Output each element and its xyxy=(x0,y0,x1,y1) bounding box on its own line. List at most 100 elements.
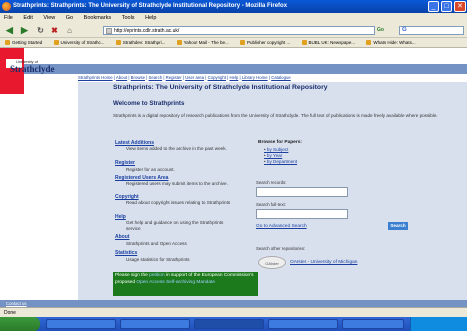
nav-link-catalogue[interactable]: Catalogue xyxy=(271,75,291,80)
contact-link[interactable]: Contact us xyxy=(6,301,27,306)
page-title: Strathprints: The University of Strathcl… xyxy=(113,84,328,91)
status-text: Done xyxy=(4,310,16,316)
bookmark-icon xyxy=(240,40,245,45)
bookmark-icon xyxy=(53,40,59,45)
bookmark-icon xyxy=(301,40,307,45)
forward-icon[interactable]: ▶ xyxy=(18,24,31,37)
welcome-heading: Welcome to Strathprints xyxy=(113,100,185,107)
navigation-toolbar: ◀ ▶ ↻ ✖ ⌂ http://eprints.cdlr.strath.ac.… xyxy=(0,23,467,38)
page-icon xyxy=(106,28,112,34)
link-desc: Usage statistics for Strathprints xyxy=(126,257,190,262)
petition-box: Please sign the petition in support of t… xyxy=(113,272,258,296)
url-bar[interactable]: http://eprints.cdlr.strath.ac.uk/ xyxy=(103,26,375,35)
browse-by-year[interactable]: by Year xyxy=(264,153,282,158)
nav-link-register[interactable]: Register xyxy=(166,75,182,80)
bookmark-item[interactable]: University of Strathc... xyxy=(53,38,105,47)
banner-text: STRATHPRINTS: UNIVERSITY OF STRATHCLYDE … xyxy=(78,58,249,63)
taskbar-button[interactable] xyxy=(46,319,116,329)
status-bar: Done xyxy=(0,307,467,317)
menu-view[interactable]: View xyxy=(43,15,55,21)
link-desc: Strathprints and Open Access xyxy=(126,241,187,246)
maximize-button[interactable]: □ xyxy=(441,1,452,12)
nav-link-search[interactable]: Search xyxy=(149,75,163,80)
advanced-search-link[interactable]: Go to Advanced Search xyxy=(256,224,307,229)
menu-bookmarks[interactable]: Bookmarks xyxy=(84,15,112,21)
stop-icon[interactable]: ✖ xyxy=(48,24,61,37)
bookmark-icon xyxy=(176,40,182,45)
menu-tools[interactable]: Tools xyxy=(122,15,135,21)
url-text: http://eprints.cdlr.strath.ac.uk/ xyxy=(114,28,180,34)
home-icon[interactable]: ⌂ xyxy=(63,24,76,37)
browse-by-subject[interactable]: by Subject xyxy=(264,147,288,152)
search-engine-box[interactable]: G xyxy=(399,26,464,35)
minimize-button[interactable]: _ xyxy=(428,1,439,12)
taskbar-button[interactable] xyxy=(268,319,338,329)
other-repositories-heading: Search other repositories: xyxy=(256,246,306,251)
back-icon[interactable]: ◀ xyxy=(3,24,16,37)
bookmark-item[interactable]: Whats Hide: Whats... xyxy=(366,38,416,47)
windows-taskbar xyxy=(0,317,467,331)
menu-go[interactable]: Go xyxy=(66,15,73,21)
nav-link-copyright[interactable]: Copyright xyxy=(208,75,226,80)
link-desc: Read about copyright issues relating to … xyxy=(126,200,231,205)
search-records-label: Search records: xyxy=(256,180,287,185)
bookmark-icon xyxy=(115,40,121,45)
mandate-link[interactable]: Open Access Self-archiving Mandate xyxy=(136,280,215,285)
google-icon: G xyxy=(402,27,407,33)
link-statistics[interactable]: Statistics xyxy=(115,250,137,256)
bookmark-item[interactable]: Yahoo! Mail - The be... xyxy=(176,38,229,47)
bookmark-item[interactable]: Publisher copyright ... xyxy=(240,38,290,47)
intro-text: Strathprints is a digital repository of … xyxy=(113,113,438,118)
link-desc: View items added to the archive in the p… xyxy=(126,146,227,151)
menu-help[interactable]: Help xyxy=(145,15,156,21)
link-desc: Register for an account. xyxy=(126,167,175,172)
reload-icon[interactable]: ↻ xyxy=(34,24,47,37)
browse-heading: Browse for Papers: xyxy=(258,140,302,145)
menu-file[interactable]: File xyxy=(4,15,13,21)
search-fulltext-label: Search full-text: xyxy=(256,202,286,207)
bookmark-icon xyxy=(366,40,372,45)
taskbar-button[interactable] xyxy=(342,319,404,329)
nav-link-home[interactable]: Strathprints Home xyxy=(78,75,113,80)
search-button[interactable]: Search xyxy=(388,222,408,230)
logo-text: Strathclyde xyxy=(10,64,55,74)
search-records-input[interactable] xyxy=(256,187,348,197)
bookmark-item[interactable]: BUBL UK: Newspape... xyxy=(301,38,355,47)
site-banner xyxy=(0,64,467,74)
window-title-bar: Strathprints: Strathprints: The Universi… xyxy=(0,0,467,13)
nav-link-help[interactable]: Help xyxy=(229,75,238,80)
link-register[interactable]: Register xyxy=(115,160,135,166)
link-desc: Get help and guidance on using the Strat… xyxy=(126,220,224,231)
petition-text: Please sign the xyxy=(115,273,148,278)
taskbar-button[interactable] xyxy=(120,319,190,329)
nav-link-browse[interactable]: Browse xyxy=(131,75,145,80)
taskbar-button-active[interactable] xyxy=(194,319,264,329)
bookmark-item[interactable]: Strathdev: Strathpri... xyxy=(115,38,165,47)
link-desc: Registered users may submit items to the… xyxy=(126,181,228,186)
browse-by-department[interactable]: by Department xyxy=(264,159,297,164)
nav-link-user-area[interactable]: User area xyxy=(185,75,204,80)
nav-link-about[interactable]: About xyxy=(116,75,127,80)
petition-link[interactable]: petition xyxy=(149,273,164,278)
go-button[interactable]: Go xyxy=(377,26,391,35)
bookmarks-toolbar: Getting Started University of Strathc...… xyxy=(0,38,467,48)
window-title: Strathprints: Strathprints: The Universi… xyxy=(13,3,288,9)
bookmark-item[interactable]: Getting Started xyxy=(5,38,42,47)
site-footer: Contact us xyxy=(0,300,467,307)
firefox-icon xyxy=(2,2,11,11)
oaister-link[interactable]: OAIster - University of Michigan xyxy=(290,260,357,265)
link-help[interactable]: Help xyxy=(115,214,126,220)
menu-edit[interactable]: Edit xyxy=(23,15,32,21)
search-fulltext-input[interactable] xyxy=(256,209,348,219)
start-button[interactable] xyxy=(0,317,40,331)
link-about[interactable]: About xyxy=(115,234,129,240)
menu-bar: File Edit View Go Bookmarks Tools Help xyxy=(0,13,467,23)
left-margin xyxy=(0,82,78,307)
close-button[interactable]: ✕ xyxy=(454,1,466,12)
site-nav-links: Strathprints Home | About | Browse | Sea… xyxy=(78,75,291,80)
bookmark-icon xyxy=(5,40,10,45)
nav-link-library-home[interactable]: Library Home xyxy=(242,75,268,80)
system-tray xyxy=(410,317,467,331)
oaister-logo[interactable]: OAIster xyxy=(258,256,286,269)
banner-icons: ◧◨◩ xyxy=(424,58,442,64)
